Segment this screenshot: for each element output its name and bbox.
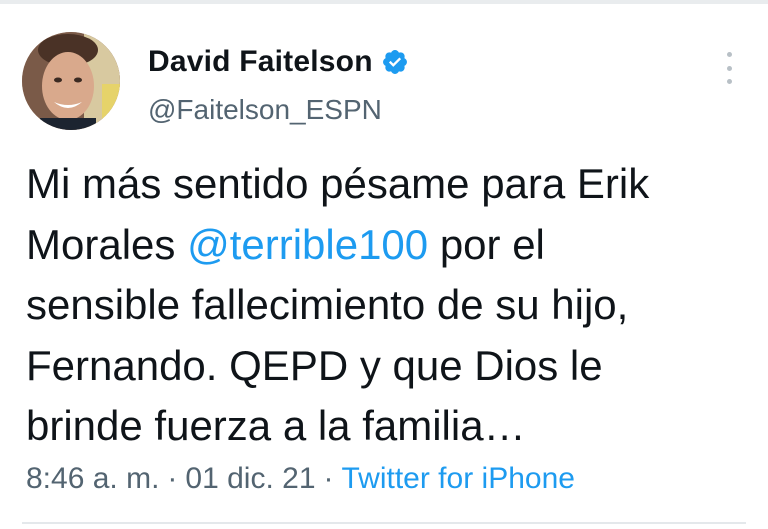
mention-link[interactable]: @terrible100 [187,221,428,268]
tweet-card[interactable]: David Faitelson @Faitelson_ESPN Mi más s… [0,4,768,529]
author-name-row: David Faitelson [148,42,409,82]
tweet-text-line: sensible fallecimiento de su hijo, [26,281,629,328]
tweet-text-line: Morales @terrible100 por el [26,215,746,276]
verified-badge-icon [381,48,409,76]
author-handle[interactable]: @Faitelson_ESPN [148,94,382,126]
avatar[interactable] [22,32,120,130]
tweet-text-line: Mi más sentido pésame para Erik [26,160,650,207]
meta-separator: · [167,462,178,495]
tweet-text-fragment: Morales [26,220,188,268]
tweet-time[interactable]: 8:46 a. m. [26,462,159,495]
bottom-divider [22,522,746,524]
tweet-text-line: Fernando. QEPD y que Dios le [26,341,603,389]
tweet-source-link[interactable]: Twitter for iPhone [342,462,575,495]
tweet-meta: 8:46 a. m. · 01 dic. 21 · Twitter for iPhone [26,462,575,496]
tweet-text-fragment: por el [428,220,545,268]
more-options-icon[interactable] [716,48,742,88]
tweet-text: Mi más sentido pésame para Erik Morales … [26,154,746,457]
tweet-date[interactable]: 01 dic. 21 [185,462,315,495]
tweet-text-line: brinde fuerza a la familia… [26,402,526,449]
author-name[interactable]: David Faitelson [148,45,373,79]
meta-separator: · [323,462,334,495]
